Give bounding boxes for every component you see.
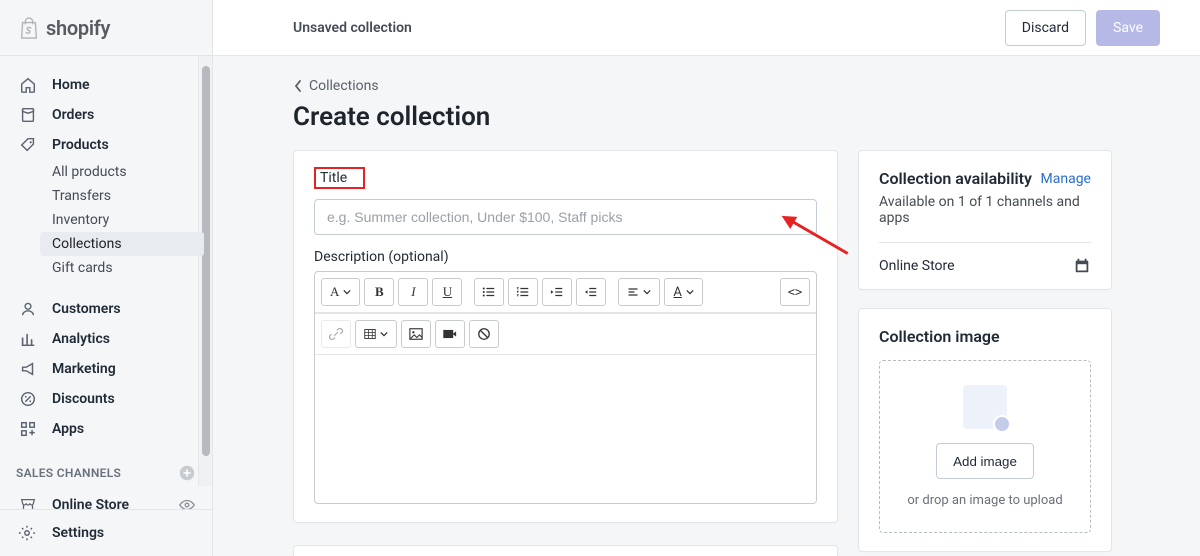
brand-name: shopify xyxy=(46,16,110,40)
rte-font-select[interactable]: A xyxy=(321,278,360,306)
products-icon xyxy=(18,136,38,154)
rte-indent[interactable] xyxy=(576,278,606,306)
manage-link[interactable]: Manage xyxy=(1041,171,1091,187)
topbar-title: Unsaved collection xyxy=(293,20,412,36)
sidebar-item-marketing[interactable]: Marketing xyxy=(0,354,212,384)
image-dropzone[interactable]: Add image or drop an image to upload xyxy=(879,360,1091,533)
sidebar-item-label: Marketing xyxy=(52,361,116,377)
sidebar-item-online-store[interactable]: Online Store xyxy=(0,490,212,509)
save-button[interactable]: Save xyxy=(1096,10,1160,46)
sidebar-item-label: Products xyxy=(52,137,109,153)
apps-icon xyxy=(18,420,38,438)
sidebar-item-label: Apps xyxy=(52,421,84,437)
sidebar-item-label: Discounts xyxy=(52,391,115,407)
discounts-icon xyxy=(18,390,38,408)
rte-align-select[interactable] xyxy=(618,278,660,306)
sidebar-sub-all-products[interactable]: All products xyxy=(0,160,212,184)
rte-table-select[interactable] xyxy=(355,320,397,348)
title-input[interactable] xyxy=(314,199,817,235)
description-editor[interactable] xyxy=(315,355,816,503)
availability-title: Collection availability xyxy=(879,169,1032,188)
caret-down-icon xyxy=(380,330,388,338)
caret-down-icon xyxy=(343,288,351,296)
sidebar: shopify Home Orders Products All product… xyxy=(0,0,213,556)
breadcrumb-label: Collections xyxy=(309,78,379,94)
rich-text-editor: A B I U xyxy=(314,271,817,504)
description-label: Description (optional) xyxy=(314,249,817,265)
rte-list-numbered[interactable] xyxy=(508,278,538,306)
sidebar-sub-transfers[interactable]: Transfers xyxy=(0,184,212,208)
chevron-left-icon xyxy=(293,79,303,93)
shopify-bag-icon xyxy=(18,16,40,40)
analytics-icon xyxy=(18,330,38,348)
sidebar-sub-gift-cards[interactable]: Gift cards xyxy=(0,256,212,280)
collection-image-title: Collection image xyxy=(879,327,1091,346)
sidebar-item-home[interactable]: Home xyxy=(0,70,212,100)
drop-hint-text: or drop an image to upload xyxy=(907,493,1062,508)
sidebar-item-label: Online Store xyxy=(52,497,129,509)
sales-channels-text: SALES CHANNELS xyxy=(16,466,121,480)
discard-button[interactable]: Discard xyxy=(1005,10,1086,46)
sidebar-item-apps[interactable]: Apps xyxy=(0,414,212,444)
add-channel-icon[interactable] xyxy=(178,464,196,482)
channel-online-store: Online Store xyxy=(879,258,955,274)
add-image-button[interactable]: Add image xyxy=(936,443,1034,479)
rte-italic[interactable]: I xyxy=(398,278,428,306)
sidebar-item-label: Home xyxy=(52,77,90,93)
sidebar-item-orders[interactable]: Orders xyxy=(0,100,212,130)
calendar-icon[interactable] xyxy=(1073,257,1091,275)
sidebar-item-customers[interactable]: Customers xyxy=(0,294,212,324)
rte-image[interactable] xyxy=(401,320,431,348)
rte-html-toggle[interactable]: <> xyxy=(780,278,810,306)
online-store-icon xyxy=(18,496,38,509)
rte-underline[interactable]: U xyxy=(432,278,462,306)
rte-bold[interactable]: B xyxy=(364,278,394,306)
sidebar-sub-collections[interactable]: Collections xyxy=(40,232,204,256)
breadcrumb-back[interactable]: Collections xyxy=(293,78,1140,94)
marketing-icon xyxy=(18,360,38,378)
rte-outdent[interactable] xyxy=(542,278,572,306)
availability-subtext: Available on 1 of 1 channels and apps xyxy=(879,194,1091,226)
home-icon xyxy=(18,76,38,94)
brand-logo: shopify xyxy=(0,0,212,56)
sidebar-item-settings[interactable]: Settings xyxy=(0,509,212,556)
page-title: Create collection xyxy=(293,102,1140,132)
orders-icon xyxy=(18,106,38,124)
sidebar-item-label: Settings xyxy=(52,525,104,541)
sidebar-item-label: Customers xyxy=(52,301,121,317)
caret-down-icon xyxy=(686,288,694,296)
sidebar-item-analytics[interactable]: Analytics xyxy=(0,324,212,354)
caret-down-icon xyxy=(643,288,651,296)
sidebar-item-products[interactable]: Products xyxy=(0,130,212,160)
sidebar-item-label: Orders xyxy=(52,107,94,123)
sidebar-item-discounts[interactable]: Discounts xyxy=(0,384,212,414)
image-placeholder-icon xyxy=(963,385,1007,429)
topbar: Unsaved collection Discard Save xyxy=(213,0,1200,56)
sidebar-item-label: Analytics xyxy=(52,331,110,347)
rte-link[interactable] xyxy=(321,320,351,348)
rte-textcolor-select[interactable]: A xyxy=(664,278,702,306)
customers-icon xyxy=(18,300,38,318)
settings-icon xyxy=(18,524,38,542)
sidebar-sub-inventory[interactable]: Inventory xyxy=(0,208,212,232)
title-label: Title xyxy=(314,167,365,189)
rte-list-bullet[interactable] xyxy=(474,278,504,306)
sidebar-sales-channels-label: SALES CHANNELS xyxy=(0,444,212,490)
rte-clear-format[interactable] xyxy=(469,320,499,348)
eye-icon[interactable] xyxy=(178,496,196,509)
rte-video[interactable] xyxy=(435,320,465,348)
